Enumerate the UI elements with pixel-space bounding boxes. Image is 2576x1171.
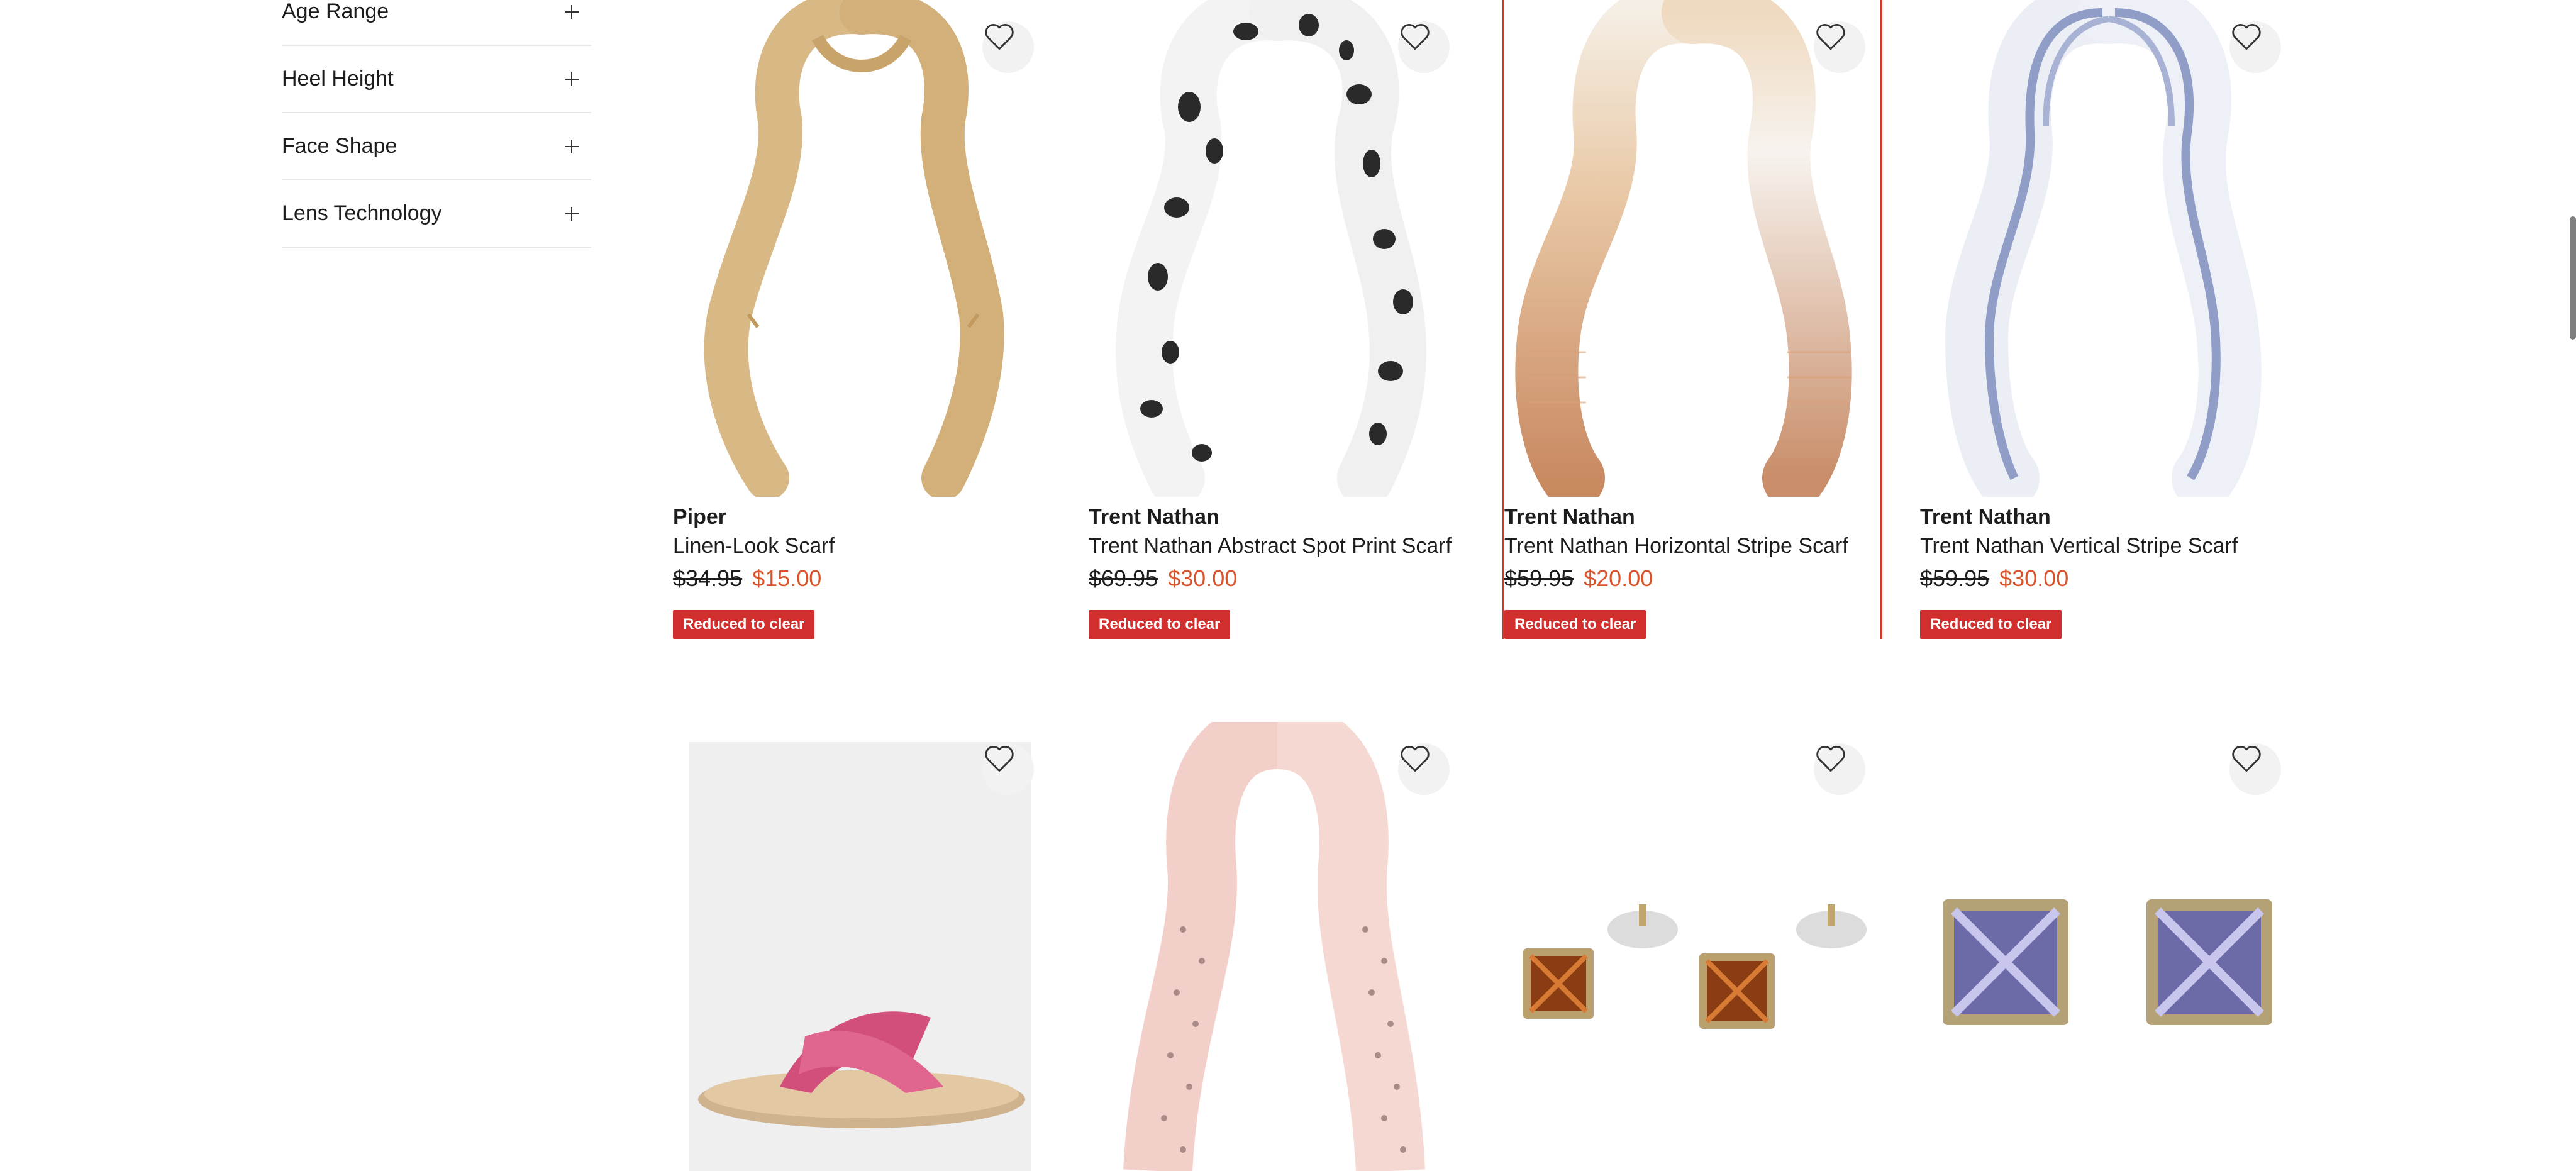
price-was: $59.95 bbox=[1920, 565, 1990, 591]
heart-icon bbox=[1816, 746, 1845, 772]
price-was: $59.95 bbox=[1504, 565, 1574, 591]
sale-badge: Reduced to clear bbox=[1504, 610, 1646, 639]
wishlist-button[interactable] bbox=[2229, 21, 2281, 73]
filter-label: Heel Height bbox=[282, 67, 394, 91]
filter-heel-height[interactable]: Heel Height bbox=[282, 46, 591, 113]
price-now: $30.00 bbox=[1999, 565, 2069, 591]
sale-badge: Reduced to clear bbox=[673, 610, 815, 639]
price-now: $30.00 bbox=[1168, 565, 1238, 591]
product-card[interactable]: Trent Nathan Trent Nathan Abstract Spot … bbox=[1089, 0, 1465, 639]
wishlist-button[interactable] bbox=[1398, 21, 1450, 73]
plus-icon bbox=[565, 72, 579, 86]
filter-age-range[interactable]: Age Range bbox=[282, 0, 591, 46]
product-image-horizontal-stripe-scarf[interactable] bbox=[1504, 0, 1880, 497]
product-image-purple-stud-earrings[interactable] bbox=[1920, 722, 2296, 1171]
filter-label: Lens Technology bbox=[282, 201, 442, 225]
product-prices: $59.95 $30.00 bbox=[1920, 561, 2296, 596]
page-scrollbar[interactable] bbox=[2570, 216, 2576, 340]
product-image-pink-dot-scarf[interactable] bbox=[1089, 722, 1465, 1171]
product-card[interactable] bbox=[1089, 722, 1465, 1171]
product-card[interactable]: Trent Nathan Trent Nathan Horizontal Str… bbox=[1502, 0, 1882, 639]
product-prices: $34.95 $15.00 bbox=[673, 561, 1049, 596]
plus-icon bbox=[565, 4, 579, 19]
wishlist-button[interactable] bbox=[982, 743, 1034, 795]
heart-icon bbox=[985, 24, 1014, 50]
heart-icon bbox=[1401, 746, 1430, 772]
product-card[interactable]: Trent Nathan Trent Nathan Vertical Strip… bbox=[1920, 0, 2296, 639]
price-was: $69.95 bbox=[1089, 565, 1158, 591]
price-now: $15.00 bbox=[752, 565, 822, 591]
plus-icon bbox=[565, 139, 579, 153]
product-prices: $59.95 $20.00 bbox=[1504, 561, 1880, 596]
product-brand: Trent Nathan bbox=[1920, 505, 2051, 529]
sale-badge: Reduced to clear bbox=[1089, 610, 1231, 639]
product-image-vertical-stripe-scarf[interactable] bbox=[1920, 0, 2296, 497]
product-brand: Trent Nathan bbox=[1504, 505, 1635, 529]
product-brand: Piper bbox=[673, 505, 727, 529]
product-name[interactable]: Trent Nathan Horizontal Stripe Scarf bbox=[1504, 531, 1880, 561]
wishlist-button[interactable] bbox=[1814, 21, 1865, 73]
product-name[interactable]: Trent Nathan Vertical Stripe Scarf bbox=[1920, 531, 2296, 561]
filter-lens-technology[interactable]: Lens Technology bbox=[282, 180, 591, 248]
product-name[interactable]: Trent Nathan Abstract Spot Print Scarf bbox=[1089, 531, 1465, 561]
wishlist-button[interactable] bbox=[982, 21, 1034, 73]
wishlist-button[interactable] bbox=[2229, 743, 2281, 795]
product-image-spot-print-scarf[interactable] bbox=[1089, 0, 1465, 497]
plus-icon bbox=[565, 206, 579, 221]
wishlist-button[interactable] bbox=[1398, 743, 1450, 795]
product-card[interactable] bbox=[673, 722, 1049, 1171]
product-card[interactable] bbox=[1504, 722, 1880, 1171]
heart-icon bbox=[2232, 24, 2261, 50]
product-brand: Trent Nathan bbox=[1089, 505, 1219, 529]
product-image-beige-scarf[interactable] bbox=[673, 0, 1049, 497]
heart-icon bbox=[1816, 24, 1845, 50]
price-was: $34.95 bbox=[673, 565, 743, 591]
filter-sidebar: Age Range Heel Height Face Shape Lens Te… bbox=[282, 0, 591, 248]
filter-face-shape[interactable]: Face Shape bbox=[282, 113, 591, 180]
filter-label: Face Shape bbox=[282, 134, 397, 158]
product-card[interactable]: Piper Linen-Look Scarf $34.95 $15.00 Red… bbox=[673, 0, 1049, 639]
wishlist-button[interactable] bbox=[1814, 743, 1865, 795]
product-name[interactable]: Linen-Look Scarf bbox=[673, 531, 1049, 561]
sale-badge: Reduced to clear bbox=[1920, 610, 2062, 639]
heart-icon bbox=[1401, 24, 1430, 50]
product-image-pink-slide-sandal[interactable] bbox=[673, 722, 1049, 1171]
heart-icon bbox=[2232, 746, 2261, 772]
heart-icon bbox=[985, 746, 1014, 772]
filter-label: Age Range bbox=[282, 0, 389, 23]
product-prices: $69.95 $30.00 bbox=[1089, 561, 1465, 596]
product-image-amber-stud-earrings[interactable] bbox=[1504, 722, 1880, 1171]
product-card[interactable] bbox=[1920, 722, 2296, 1171]
price-now: $20.00 bbox=[1584, 565, 1653, 591]
